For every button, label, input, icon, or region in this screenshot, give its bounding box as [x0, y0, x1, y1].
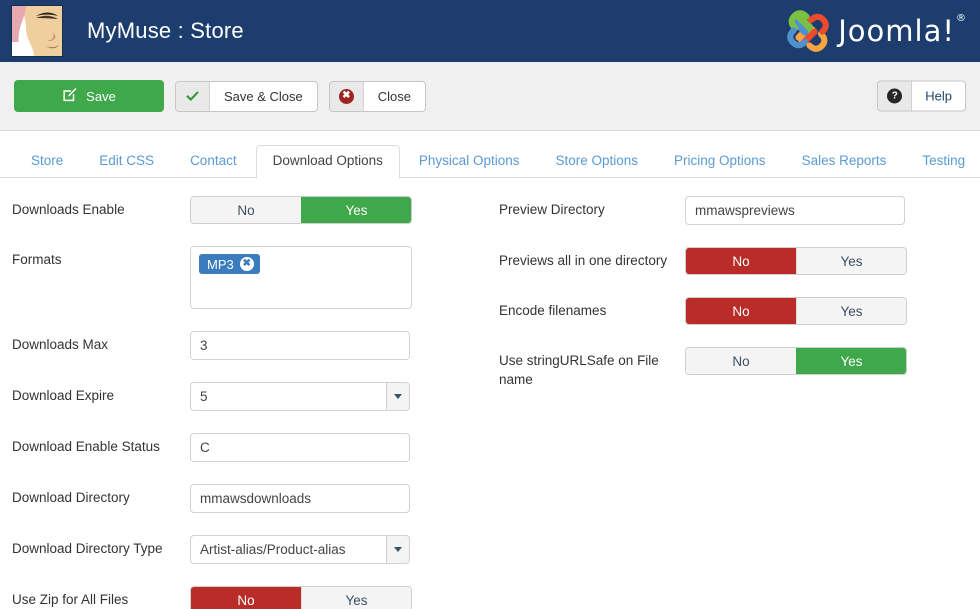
previews-one-directory-no[interactable]: No — [686, 248, 796, 274]
use-stringurlsafe-toggle[interactable]: No Yes — [685, 347, 907, 375]
download-options-panel: Downloads Enable No Yes Formats MP3 ✖ — [0, 178, 980, 609]
tab-contact[interactable]: Contact — [173, 145, 254, 179]
encode-filenames-yes[interactable]: Yes — [796, 298, 906, 324]
joomla-wordmark-text: Joomla! — [838, 14, 955, 48]
field-download-directory-type: Download Directory Type — [12, 535, 482, 564]
downloads-enable-yes[interactable]: Yes — [301, 197, 411, 223]
use-zip-yes[interactable]: Yes — [301, 587, 411, 609]
use-stringurlsafe-no[interactable]: No — [686, 348, 796, 374]
download-directory-input[interactable] — [190, 484, 410, 513]
formats-label: Formats — [12, 246, 190, 269]
downloads-enable-toggle[interactable]: No Yes — [190, 196, 412, 224]
downloads-enable-label: Downloads Enable — [12, 196, 190, 219]
close-circle-icon: ✖ — [330, 82, 364, 111]
format-tag-label: MP3 — [207, 258, 234, 271]
use-zip-for-all-files-label: Use Zip for All Files — [12, 586, 190, 609]
form-column-left: Downloads Enable No Yes Formats MP3 ✖ — [12, 196, 482, 609]
downloads-max-input[interactable] — [190, 331, 410, 360]
pencil-square-icon — [62, 87, 77, 105]
close-button[interactable]: ✖ Close — [329, 81, 426, 112]
tab-physical-options[interactable]: Physical Options — [402, 145, 537, 179]
remove-tag-icon[interactable]: ✖ — [240, 257, 254, 271]
field-downloads-enable: Downloads Enable No Yes — [12, 196, 482, 224]
joomla-logo: Joomla!® — [785, 8, 966, 54]
check-icon — [176, 82, 210, 111]
tab-store[interactable]: Store — [14, 145, 80, 179]
formats-tag-input[interactable]: MP3 ✖ — [190, 246, 412, 309]
joomla-wordmark: Joomla!® — [838, 14, 966, 48]
field-encode-filenames: Encode filenames No Yes — [499, 297, 969, 325]
download-directory-type-label: Download Directory Type — [12, 535, 190, 558]
chevron-down-icon[interactable] — [386, 382, 410, 411]
download-expire-combo[interactable] — [190, 382, 410, 411]
field-formats: Formats MP3 ✖ — [12, 246, 482, 309]
download-directory-type-combo[interactable] — [190, 535, 410, 564]
field-previews-one-directory: Previews all in one directory No Yes — [499, 247, 969, 275]
tab-pricing-options[interactable]: Pricing Options — [657, 145, 783, 179]
field-download-expire: Download Expire — [12, 382, 482, 411]
question-circle-icon: ? — [878, 82, 912, 111]
encode-filenames-toggle[interactable]: No Yes — [685, 297, 907, 325]
joomla-brand-icon — [785, 8, 831, 54]
field-preview-directory: Preview Directory — [499, 196, 969, 225]
page-title: MyMuse : Store — [87, 18, 244, 44]
field-use-stringurlsafe: Use stringURLSafe on File name No Yes — [499, 347, 969, 389]
page-header: MyMuse : Store Joomla!® — [0, 0, 980, 62]
field-use-zip-for-all-files: Use Zip for All Files No Yes — [12, 586, 482, 609]
format-tag-mp3: MP3 ✖ — [199, 254, 260, 274]
previews-one-directory-toggle[interactable]: No Yes — [685, 247, 907, 275]
tab-bar: Store Edit CSS Contact Download Options … — [0, 131, 980, 178]
encode-filenames-label: Encode filenames — [499, 297, 685, 320]
preview-directory-input[interactable] — [685, 196, 905, 225]
tab-download-options[interactable]: Download Options — [256, 145, 400, 179]
avatar-image — [12, 6, 63, 57]
save-and-close-label: Save & Close — [210, 89, 317, 104]
download-expire-label: Download Expire — [12, 382, 190, 405]
save-button-label: Save — [77, 89, 116, 104]
field-downloads-max: Downloads Max — [12, 331, 482, 360]
encode-filenames-no[interactable]: No — [686, 298, 796, 324]
save-and-close-button[interactable]: Save & Close — [175, 81, 318, 112]
close-button-label: Close — [364, 89, 425, 104]
use-zip-for-all-files-toggle[interactable]: No Yes — [190, 586, 412, 609]
previews-one-directory-label: Previews all in one directory — [499, 247, 685, 270]
tab-sales-reports[interactable]: Sales Reports — [785, 145, 904, 179]
field-download-enable-status: Download Enable Status — [12, 433, 482, 462]
download-expire-input[interactable] — [190, 382, 386, 411]
save-button[interactable]: Save — [14, 80, 164, 112]
use-zip-no[interactable]: No — [191, 587, 301, 609]
downloads-enable-no[interactable]: No — [191, 197, 301, 223]
tab-store-options[interactable]: Store Options — [538, 145, 655, 179]
tab-testing[interactable]: Testing — [905, 145, 980, 179]
downloads-max-label: Downloads Max — [12, 331, 190, 354]
chevron-down-icon[interactable] — [386, 535, 410, 564]
field-download-directory: Download Directory — [12, 484, 482, 513]
preview-directory-label: Preview Directory — [499, 196, 685, 219]
tab-edit-css[interactable]: Edit CSS — [82, 145, 171, 179]
form-column-right: Preview Directory Previews all in one di… — [499, 196, 969, 411]
help-button-label: Help — [912, 89, 965, 104]
download-enable-status-label: Download Enable Status — [12, 433, 190, 456]
registered-trademark-icon: ® — [956, 13, 967, 24]
download-directory-label: Download Directory — [12, 484, 190, 507]
previews-one-directory-yes[interactable]: Yes — [796, 248, 906, 274]
help-button[interactable]: ? Help — [877, 81, 966, 112]
use-stringurlsafe-label: Use stringURLSafe on File name — [499, 347, 685, 389]
avatar — [11, 5, 63, 57]
download-enable-status-input[interactable] — [190, 433, 410, 462]
download-directory-type-input[interactable] — [190, 535, 386, 564]
use-stringurlsafe-yes[interactable]: Yes — [796, 348, 906, 374]
toolbar: Save Save & Close ✖ Close ? Help — [0, 62, 980, 131]
